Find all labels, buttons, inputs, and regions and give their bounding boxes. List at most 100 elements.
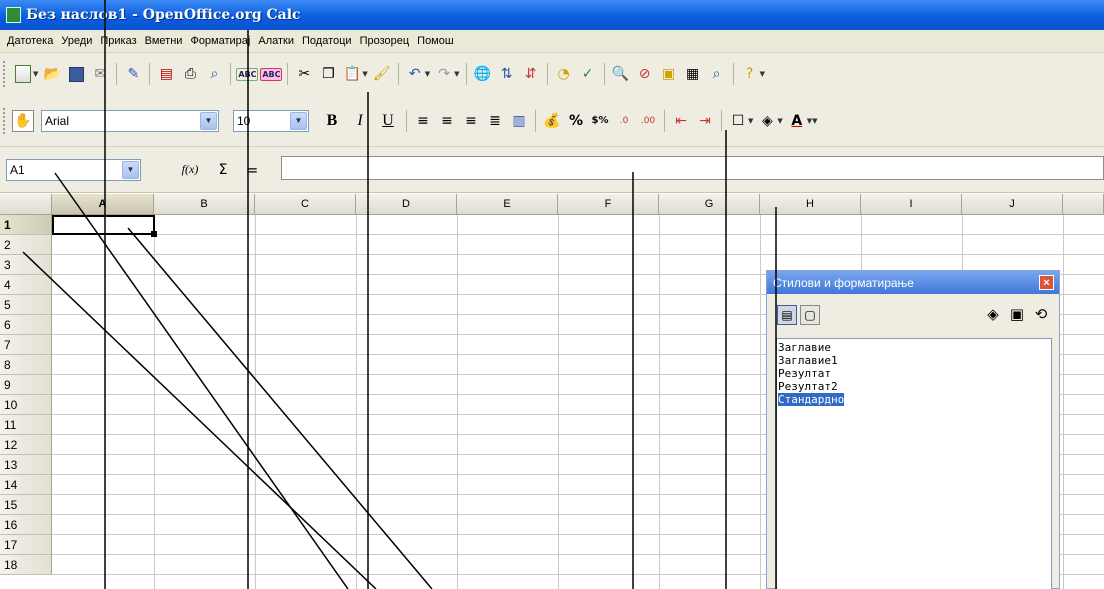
spellcheck-icon[interactable]: ABC (236, 63, 259, 85)
new-document-icon[interactable] (12, 63, 34, 85)
style-item-selected[interactable]: Стандардно (778, 393, 1050, 406)
toolbar-overflow-icon[interactable]: ▼ (760, 70, 765, 78)
row-header-17[interactable]: 17 (0, 535, 52, 555)
row-header-10[interactable]: 10 (0, 395, 52, 415)
row-header-14[interactable]: 14 (0, 475, 52, 495)
style-item[interactable]: Резултат (778, 367, 1050, 380)
column-header-h[interactable]: H (760, 194, 861, 215)
styles-formatting-icon[interactable]: ✋ (12, 109, 34, 132)
cut-icon[interactable]: ✂ (293, 63, 315, 85)
currency-format-icon[interactable]: 💰 (541, 110, 563, 132)
export-pdf-icon[interactable]: ▤ (155, 63, 177, 85)
row-header-2[interactable]: 2 (0, 235, 52, 255)
row-header-11[interactable]: 11 (0, 415, 52, 435)
justify-icon[interactable]: ≣ (484, 110, 506, 132)
increase-indent-icon[interactable]: ⇥ (694, 110, 716, 132)
close-icon[interactable]: × (1039, 275, 1054, 290)
row-header-18[interactable]: 18 (0, 555, 52, 575)
row-header-5[interactable]: 5 (0, 295, 52, 315)
toolbar-overflow-icon[interactable]: ▼ (812, 117, 817, 125)
align-center-icon[interactable]: ≡ (436, 110, 458, 132)
update-style-icon[interactable]: ⟲ (1029, 305, 1053, 323)
help-icon[interactable]: ? (739, 63, 761, 85)
copy-icon[interactable]: ❐ (317, 63, 339, 85)
percent-format-button[interactable]: % (565, 110, 587, 132)
navigator-icon[interactable]: ⊘ (634, 63, 656, 85)
paste-icon[interactable]: 📋 (341, 63, 363, 85)
row-header-12[interactable]: 12 (0, 435, 52, 455)
column-header-i[interactable]: I (861, 194, 962, 215)
email-icon[interactable]: ✉ (89, 63, 111, 85)
align-left-icon[interactable]: ≡ (412, 110, 434, 132)
menu-help[interactable]: Помош (413, 35, 458, 47)
column-header-f[interactable]: F (558, 194, 659, 215)
toolbar-grip[interactable] (3, 107, 7, 134)
cell-styles-icon[interactable]: ▤ (777, 305, 797, 325)
style-item[interactable]: Заглавие (778, 341, 1050, 354)
bold-button[interactable]: B (321, 112, 343, 130)
align-right-icon[interactable]: ≡ (460, 110, 482, 132)
menu-view[interactable]: Приказ (96, 35, 140, 47)
menu-edit[interactable]: Уреди (57, 35, 96, 47)
menu-data[interactable]: Податоци (298, 35, 356, 47)
add-decimal-icon[interactable]: .0 (613, 110, 635, 132)
sort-descending-icon[interactable]: ⇵ (520, 63, 542, 85)
hyperlink-icon[interactable]: 🌐 (472, 63, 494, 85)
chevron-down-icon[interactable]: ▼ (200, 111, 217, 130)
zoom-icon[interactable]: ⌕ (706, 63, 728, 85)
row-header-15[interactable]: 15 (0, 495, 52, 515)
column-header-c[interactable]: C (255, 194, 356, 215)
gallery-icon[interactable]: ▣ (658, 63, 680, 85)
print-icon[interactable]: ⎙ (179, 63, 201, 85)
name-box[interactable]: A1 ▼ (6, 158, 141, 181)
font-size-combo[interactable]: 10 ▼ (233, 109, 309, 132)
format-paintbrush-icon[interactable]: 🖌 (371, 63, 393, 85)
find-replace-icon[interactable]: 🔍 (610, 63, 632, 85)
redo-dropdown-arrow-icon[interactable]: ▼ (454, 70, 459, 78)
function-wizard-button[interactable]: f(x) (175, 159, 205, 181)
new-style-from-selection-icon[interactable]: ▣ (1005, 305, 1029, 323)
menu-window[interactable]: Прозорец (356, 35, 414, 47)
row-header-4[interactable]: 4 (0, 275, 52, 295)
formula-equals-button[interactable]: = (241, 159, 263, 181)
background-color-dropdown-icon[interactable]: ▼ (777, 117, 782, 125)
open-icon[interactable]: 📂 (41, 63, 63, 85)
standard-format-button[interactable]: $% (589, 110, 611, 132)
background-color-icon[interactable]: ◈ (756, 110, 778, 132)
select-all-corner[interactable] (0, 194, 52, 215)
row-header-8[interactable]: 8 (0, 355, 52, 375)
italic-button[interactable]: I (349, 112, 371, 130)
edit-file-icon[interactable]: ✎ (122, 63, 144, 85)
column-header-d[interactable]: D (356, 194, 457, 215)
active-cell-a1[interactable] (52, 215, 155, 235)
formula-input[interactable] (281, 156, 1104, 180)
menu-insert[interactable]: Вметни (141, 35, 187, 47)
sort-ascending-icon[interactable]: ⇅ (496, 63, 518, 85)
redo-icon[interactable]: ↷ (433, 63, 455, 85)
undo-dropdown-arrow-icon[interactable]: ▼ (425, 70, 430, 78)
column-header-b[interactable]: B (154, 194, 255, 215)
page-preview-icon[interactable]: ⌕ (203, 63, 225, 85)
style-item[interactable]: Заглавие1 (778, 354, 1050, 367)
row-header-6[interactable]: 6 (0, 315, 52, 335)
column-header-a[interactable]: A (52, 194, 154, 215)
font-name-combo[interactable]: Arial ▼ (41, 109, 219, 132)
font-color-icon[interactable]: A (786, 110, 808, 132)
fill-handle[interactable] (151, 231, 157, 237)
delete-decimal-icon[interactable]: .00 (637, 110, 659, 132)
row-header-13[interactable]: 13 (0, 455, 52, 475)
row-header-16[interactable]: 16 (0, 515, 52, 535)
chevron-down-icon[interactable]: ▼ (290, 111, 307, 130)
underline-button[interactable]: U (377, 112, 399, 130)
column-header-e[interactable]: E (457, 194, 558, 215)
decrease-indent-icon[interactable]: ⇤ (670, 110, 692, 132)
merge-cells-icon[interactable]: ▥ (508, 110, 530, 132)
menu-file[interactable]: Датотека (3, 35, 57, 47)
undo-icon[interactable]: ↶ (404, 63, 426, 85)
style-item[interactable]: Резултат2 (778, 380, 1050, 393)
row-header-7[interactable]: 7 (0, 335, 52, 355)
sum-button[interactable]: Σ (212, 159, 234, 181)
row-header-3[interactable]: 3 (0, 255, 52, 275)
menu-tools[interactable]: Алатки (254, 35, 298, 47)
chevron-down-icon[interactable]: ▼ (122, 160, 139, 179)
